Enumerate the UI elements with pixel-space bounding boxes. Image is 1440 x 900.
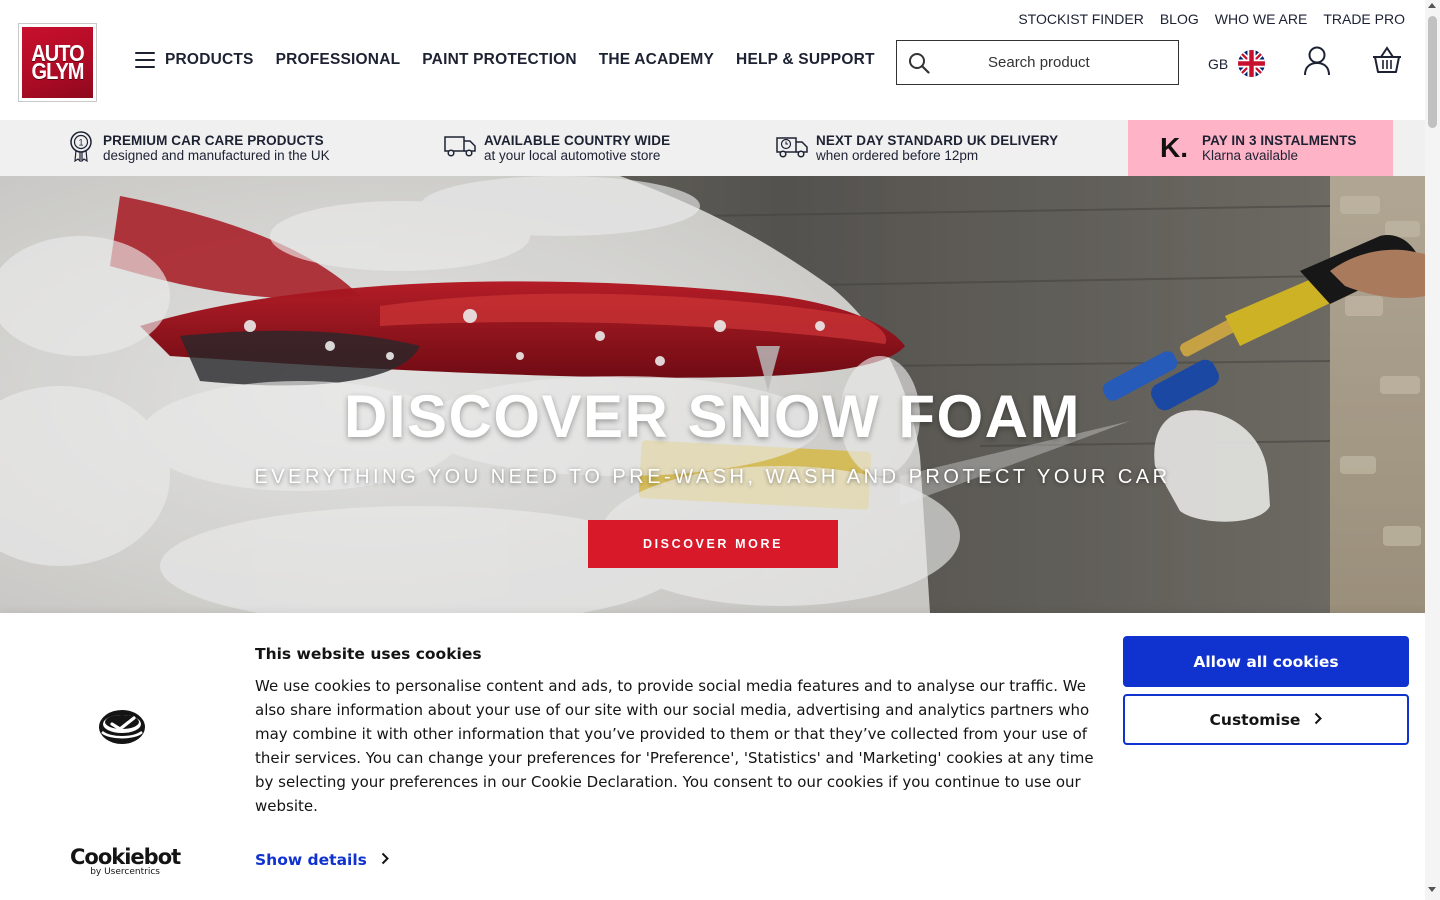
cookiebot-name: Cookiebot [70,845,181,869]
who-we-are-link[interactable]: WHO WE ARE [1215,11,1308,27]
usp-delivery-title: NEXT DAY STANDARD UK DELIVERY [816,133,1059,148]
country-selector[interactable]: GB [1208,50,1266,77]
usp-delivery: NEXT DAY STANDARD UK DELIVERY when order… [776,120,1058,176]
account-icon[interactable] [1303,46,1331,80]
hero-subtitle: EVERYTHING YOU NEED TO PRE-WASH, WASH AN… [254,466,1171,488]
usp-premium-subtitle: designed and manufactured in the UK [103,148,330,163]
search-box[interactable]: Search product [896,40,1179,85]
logo-word-2: GLYM [31,58,85,85]
cookie-body: We use cookies to personalise content an… [255,677,1094,815]
allow-all-cookies-button[interactable]: Allow all cookies [1123,636,1409,687]
show-details-label: Show details [255,851,367,869]
autoglym-logo[interactable]: AUTO GLYM [18,23,97,102]
scroll-up-icon[interactable] [1428,3,1436,8]
usp-premium-title: PREMIUM CAR CARE PRODUCTS [103,133,324,148]
usp-klarna-subtitle: Klarna available [1202,148,1299,163]
customise-button[interactable]: Customise [1123,694,1409,745]
chevron-right-icon [1314,711,1323,729]
nav-professional[interactable]: PROFESSIONAL [276,51,401,69]
main-nav: PRODUCTS PROFESSIONAL PAINT PROTECTION T… [135,51,897,69]
search-input[interactable]: Search product [988,54,1090,71]
usp-availability: AVAILABLE COUNTRY WIDE at your local aut… [444,120,670,176]
usp-availability-subtitle: at your local automotive store [484,148,661,163]
cookiebot-logo[interactable]: Cookiebot by Usercentrics [70,845,181,877]
page-scrollbar[interactable] [1425,0,1440,900]
stockist-finder-link[interactable]: STOCKIST FINDER [1018,11,1144,27]
svg-text:1: 1 [78,138,83,148]
uk-flag-icon [1238,50,1266,77]
menu-icon [135,51,155,68]
logo-mark: AUTO GLYM [22,27,93,98]
hero-title: DISCOVER SNOW FOAM [343,383,1081,450]
country-code: GB [1208,55,1229,72]
nav-help-support[interactable]: HELP & SUPPORT [736,51,875,69]
usp-klarna-title: PAY IN 3 INSTALMENTS [1202,133,1357,148]
klarna-logo-icon: K. [1160,132,1188,163]
award-badge-icon: 1 [67,130,95,166]
discover-more-button[interactable]: DISCOVER MORE [588,520,838,568]
customise-label: Customise [1209,710,1301,729]
blog-link[interactable]: BLOG [1160,11,1199,27]
truck-icon [444,134,476,162]
usp-availability-title: AVAILABLE COUNTRY WIDE [484,133,671,148]
nav-the-academy[interactable]: THE ACADEMY [599,51,714,69]
usp-delivery-subtitle: when ordered before 12pm [816,148,979,163]
delivery-truck-clock-icon [776,133,808,163]
trade-pro-link[interactable]: TRADE PRO [1323,11,1405,27]
nav-products-label: PRODUCTS [165,51,254,68]
cookie-title: This website uses cookies [255,645,482,663]
site-header: AUTO GLYM STOCKIST FINDER BLOG WHO WE AR… [0,0,1425,120]
cookiebot-mark-icon [98,708,146,750]
search-icon[interactable] [897,41,941,84]
usp-klarna: K. PAY IN 3 INSTALMENTS Klarna available [1160,120,1357,176]
nav-products[interactable]: PRODUCTS [135,51,254,69]
chevron-right-icon [381,851,389,869]
scroll-down-icon[interactable] [1428,887,1436,892]
basket-icon[interactable] [1372,46,1402,78]
usp-premium: 1 PREMIUM CAR CARE PRODUCTS designed and… [67,120,330,176]
nav-paint-protection[interactable]: PAINT PROTECTION [422,51,576,69]
scrollbar-thumb[interactable] [1428,16,1437,128]
show-details-link[interactable]: Show details [255,851,389,869]
utility-nav: STOCKIST FINDER BLOG WHO WE ARE TRADE PR… [1018,11,1405,27]
klarna-banner[interactable]: K. PAY IN 3 INSTALMENTS Klarna available [1128,120,1393,176]
